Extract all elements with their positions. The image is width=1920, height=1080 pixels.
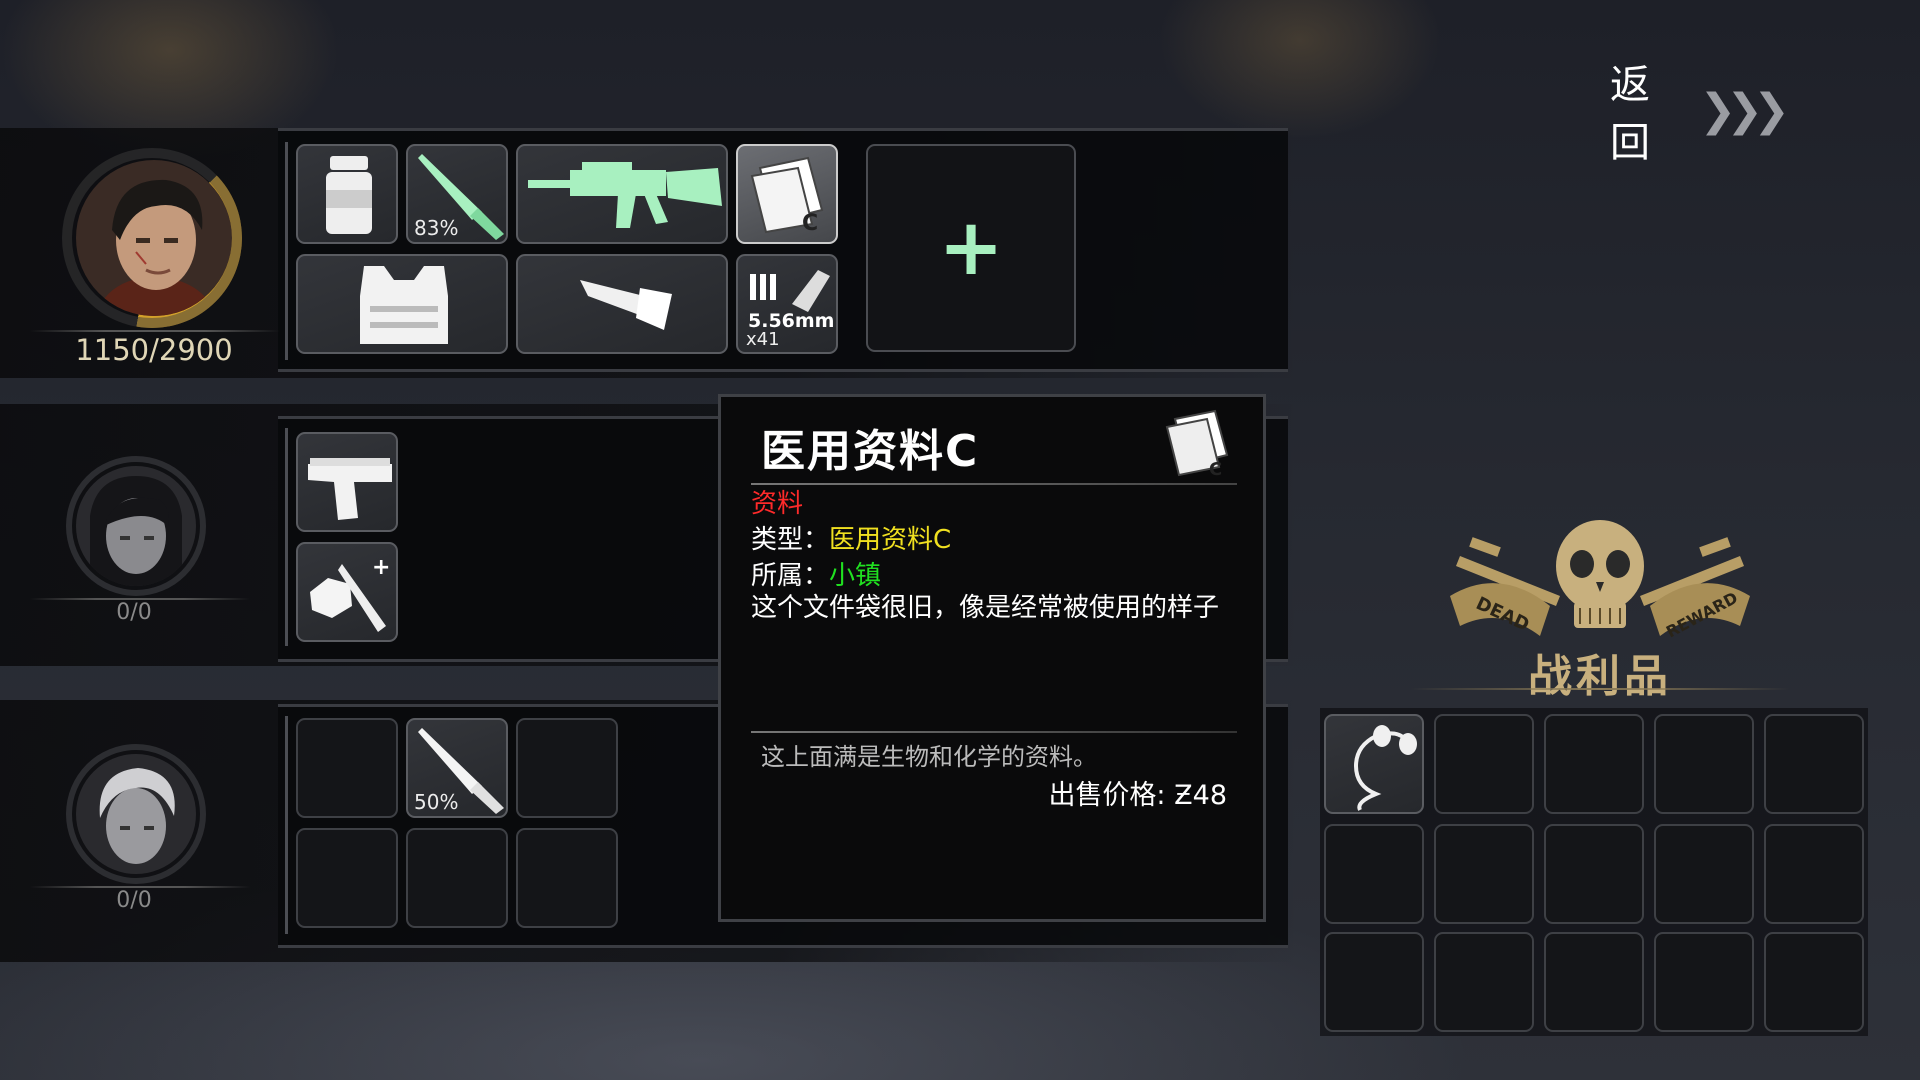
item-tooltip: 医用资料C C 资料 类型：医用资料C 所属：小镇 这个文件袋很旧，像是经常被使… [718, 394, 1266, 922]
svg-text:+: + [372, 555, 390, 580]
document-c-icon: C [750, 156, 824, 236]
divider [285, 716, 288, 934]
loot-slot[interactable] [1764, 714, 1864, 814]
hp-divider [30, 330, 280, 332]
loot-slot[interactable] [1764, 932, 1864, 1032]
chevron-right-icon: ❯❯❯ [1699, 84, 1790, 136]
avatar[interactable] [76, 754, 196, 874]
flashlight-icon [580, 280, 672, 330]
item-category: 资料 [751, 489, 804, 519]
item-slot[interactable] [516, 254, 728, 354]
durability: 50% [414, 790, 459, 814]
item-slot[interactable] [296, 254, 508, 354]
empty-slot[interactable] [296, 828, 398, 928]
item-type: 类型：医用资料C [751, 525, 952, 555]
loot-slot[interactable] [1544, 932, 1644, 1032]
svg-text:C: C [802, 211, 818, 236]
empty-slot[interactable] [516, 828, 618, 928]
assault-rifle-icon [528, 162, 722, 228]
durability: 83% [414, 216, 459, 240]
loot-slot[interactable] [1654, 932, 1754, 1032]
loot-slot[interactable] [1434, 824, 1534, 924]
divider [751, 483, 1237, 485]
loot-slot[interactable] [1654, 824, 1754, 924]
loot-slot[interactable] [1434, 932, 1534, 1032]
loot-slot[interactable] [1654, 714, 1754, 814]
item-slot[interactable]: 50% [406, 718, 508, 818]
add-item-button[interactable]: + [866, 144, 1076, 352]
empty-slot[interactable] [296, 718, 398, 818]
loot-slot[interactable] [1764, 824, 1864, 924]
divider [751, 731, 1237, 733]
item-slot[interactable]: 83% [406, 144, 508, 244]
avatar[interactable] [76, 466, 196, 586]
hp-value: 1150/2900 [75, 333, 233, 367]
loot-slot[interactable] [1544, 824, 1644, 924]
currency-icon: Ƶ [1174, 780, 1193, 811]
divider [285, 428, 288, 646]
document-c-icon: C [1165, 409, 1229, 480]
item-slot[interactable] [296, 144, 398, 244]
item-slot[interactable]: + [296, 542, 398, 642]
hp-value: 0/0 [116, 600, 152, 625]
ammo-quantity: x41 [746, 329, 780, 350]
loot-slot[interactable] [1324, 714, 1424, 814]
hp-value: 0/0 [116, 888, 152, 913]
loot-slot[interactable] [1324, 932, 1424, 1032]
back-button[interactable]: 返回 ❯❯❯ [1610, 62, 1790, 166]
back-label: 返回 [1610, 62, 1652, 166]
svg-text:C: C [1209, 459, 1222, 480]
pistol-icon [308, 458, 392, 520]
plus-icon: + [938, 203, 1004, 293]
loot-slot[interactable] [1324, 824, 1424, 924]
food-knife-icon: + [310, 555, 390, 632]
item-faction: 所属：小镇 [751, 561, 882, 591]
item-slot[interactable] [516, 144, 728, 244]
item-slot[interactable]: 5.56mm x41 [736, 254, 838, 354]
sell-price: 出售价格: Ƶ48 [1048, 780, 1227, 811]
pill-bottle-icon [326, 156, 372, 234]
tooltip-title: 医用资料C [761, 426, 980, 477]
item-slot[interactable] [296, 432, 398, 532]
divider [285, 142, 288, 360]
loot-title: 战利品 [1528, 651, 1672, 702]
item-description: 这个文件袋很旧，像是经常被使用的样子 [751, 593, 1220, 623]
item-slot-selected[interactable]: C [736, 144, 838, 244]
earphones-icon [1353, 725, 1417, 811]
skull-emblem-icon: DEAD REWARD [1450, 520, 1750, 642]
empty-slot[interactable] [406, 828, 508, 928]
body-armor-icon [360, 266, 448, 344]
item-note: 这上面满是生物和化学的资料。 [761, 743, 1097, 771]
avatar[interactable] [76, 160, 232, 316]
divider [1410, 688, 1790, 690]
empty-slot[interactable] [516, 718, 618, 818]
loot-slot[interactable] [1434, 714, 1534, 814]
loot-slot[interactable] [1544, 714, 1644, 814]
